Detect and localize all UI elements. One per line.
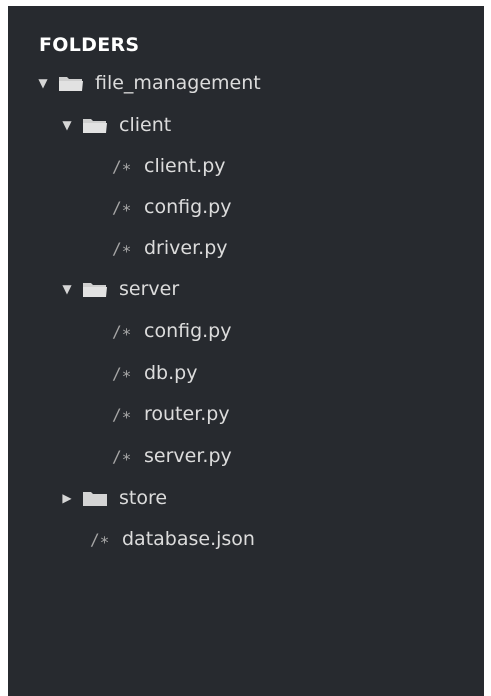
tree-item-label: db.py [144, 362, 198, 384]
collapse-arrow-icon[interactable]: ▶ [60, 491, 74, 505]
open-folder-icon [82, 116, 108, 134]
tree-folder-client[interactable]: ▼ client [60, 110, 171, 140]
code-file-icon: /∗ [112, 238, 132, 258]
folders-sidebar: FOLDERS ▼ file_management ▼ client /∗ cl… [8, 6, 484, 696]
tree-item-label: database.json [122, 528, 255, 550]
tree-item-label: config.py [144, 320, 232, 342]
tree-item-label: client [119, 114, 172, 136]
tree-item-label: server.py [144, 445, 232, 467]
tree-file-router-py[interactable]: /∗ router.py [112, 399, 230, 429]
tree-file-server-py[interactable]: /∗ server.py [112, 441, 232, 471]
tree-folder-store[interactable]: ▶ store [60, 483, 167, 513]
tree-item-label: store [119, 487, 168, 509]
code-file-icon: /∗ [112, 321, 132, 341]
tree-file-client-py[interactable]: /∗ client.py [112, 151, 226, 181]
tree-file-db-py[interactable]: /∗ db.py [112, 358, 197, 388]
tree-file-server-config-py[interactable]: /∗ config.py [112, 316, 232, 346]
tree-item-label: server [119, 278, 180, 300]
expand-arrow-icon[interactable]: ▼ [60, 118, 74, 132]
tree-folder-file-management[interactable]: ▼ file_management [36, 68, 261, 98]
tree-file-driver-py[interactable]: /∗ driver.py [112, 233, 228, 263]
tree-item-label: router.py [144, 403, 230, 425]
code-file-icon: /∗ [112, 446, 132, 466]
tree-item-label: config.py [144, 196, 232, 218]
tree-item-label: file_management [95, 72, 261, 94]
code-file-icon: /∗ [112, 197, 132, 217]
code-file-icon: /∗ [90, 529, 110, 549]
open-folder-icon [82, 280, 108, 298]
tree-item-label: client.py [144, 155, 226, 177]
code-file-icon: /∗ [112, 363, 132, 383]
code-file-icon: /∗ [112, 156, 132, 176]
expand-arrow-icon[interactable]: ▼ [60, 282, 74, 296]
code-file-icon: /∗ [112, 404, 132, 424]
tree-item-label: driver.py [144, 237, 228, 259]
open-folder-icon [58, 74, 84, 92]
tree-folder-server[interactable]: ▼ server [60, 274, 179, 304]
expand-arrow-icon[interactable]: ▼ [36, 76, 50, 90]
tree-file-config-py[interactable]: /∗ config.py [112, 192, 232, 222]
tree-file-database-json[interactable]: /∗ database.json [90, 524, 255, 554]
closed-folder-icon [82, 489, 108, 507]
sidebar-header: FOLDERS [39, 34, 140, 56]
